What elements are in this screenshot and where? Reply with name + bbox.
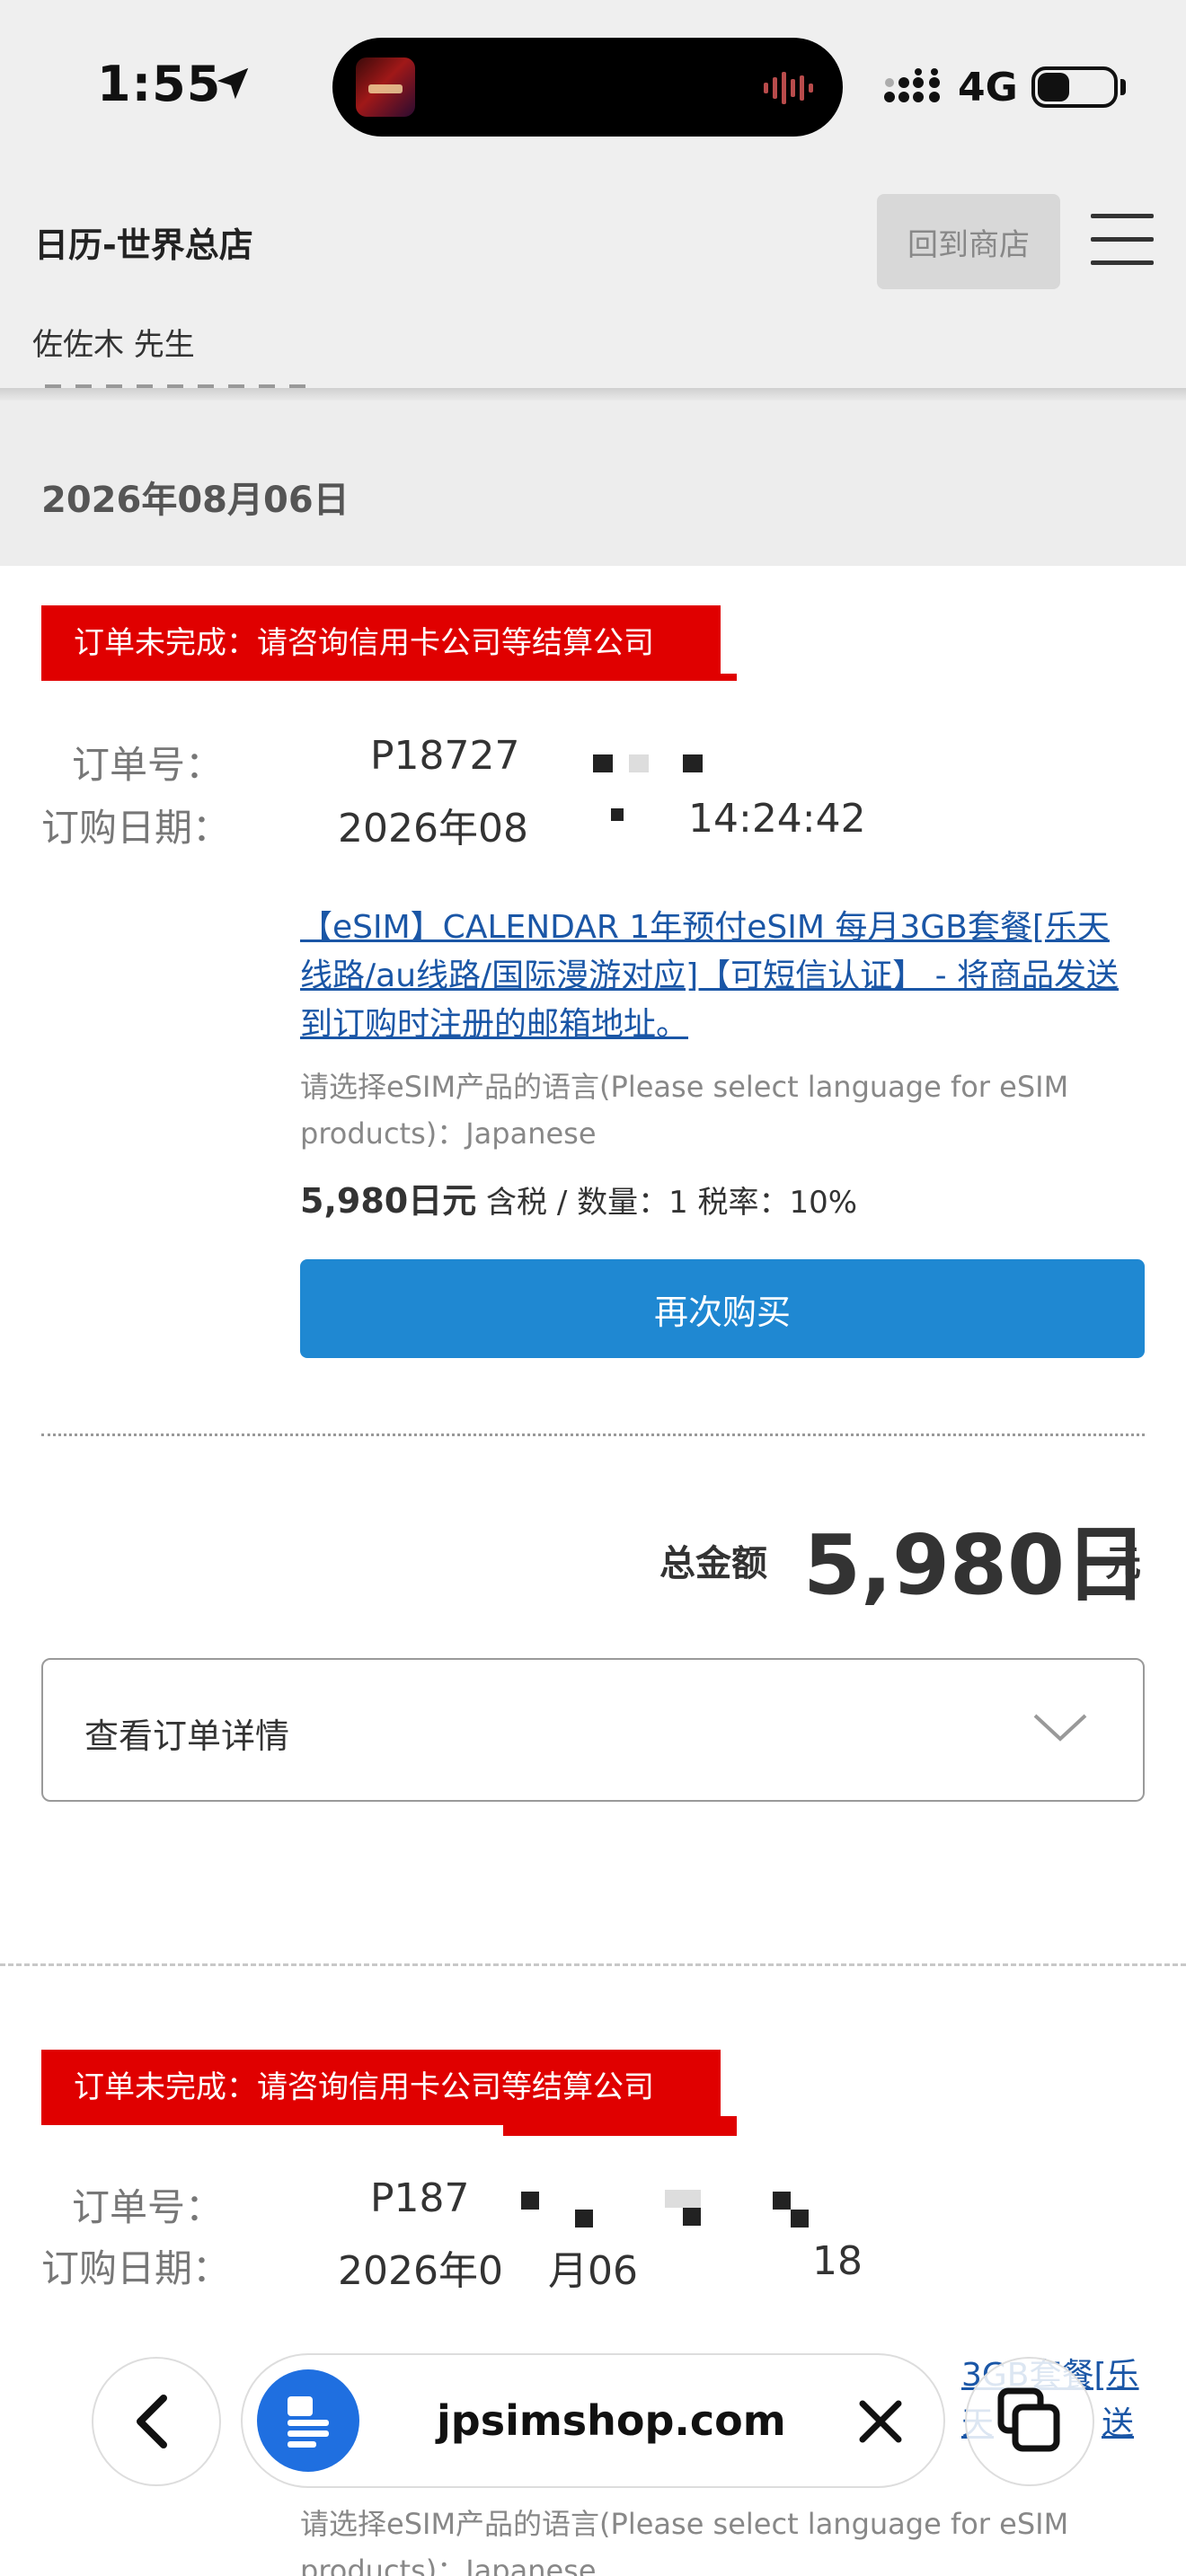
redaction-mosaic: [683, 754, 703, 772]
back-chevron-icon: [137, 2395, 167, 2448]
dotted-divider: [41, 1434, 1145, 1436]
redaction-mosaic: [629, 754, 649, 772]
language-note: 请选择eSIM产品的语言(Please select language for …: [300, 2507, 1069, 2541]
order-date-label: 订购日期：: [41, 806, 231, 850]
now-playing-artwork: [356, 57, 415, 117]
store-name[interactable]: 日历-世界总店: [34, 217, 253, 267]
order-number-value: P18727: [370, 733, 520, 779]
order-number-label: 订单号：: [72, 2185, 224, 2229]
order-separator: [0, 1963, 1186, 1966]
chevron-down-icon: [1033, 1714, 1087, 1742]
order-date-value: 2026年0: [338, 2248, 503, 2294]
tabs-button[interactable]: [965, 2357, 1094, 2486]
order-date-mid: 月06: [548, 2248, 638, 2294]
redaction-mosaic: [593, 754, 613, 772]
total-label: 总金额: [659, 1543, 767, 1584]
order-details-label: 查看订单详情: [84, 1716, 290, 1756]
battery-icon: [1031, 66, 1118, 108]
url-text[interactable]: jpsimshop.com: [437, 2396, 786, 2445]
redaction-mosaic: [611, 808, 624, 821]
order-details-toggle[interactable]: 查看订单详情: [41, 1658, 1145, 1802]
buy-again-button[interactable]: 再次购买: [300, 1259, 1145, 1358]
audio-wave-icon: [764, 72, 813, 104]
product-link[interactable]: 【eSIM】CALENDAR 1年预付eSIM 每月3GB套餐[乐天线路/au线…: [300, 904, 1127, 1049]
redaction-mosaic: [575, 2210, 593, 2228]
order-status-banner: 订单未完成：请咨询信用卡公司等结算公司: [41, 605, 721, 681]
date-heading-band: 2026年08月06日: [0, 401, 1186, 566]
status-bar: 1:55 4G: [0, 0, 1186, 180]
tabs-icon: [997, 2387, 1060, 2452]
browser-back-button[interactable]: [92, 2357, 221, 2486]
reader-icon[interactable]: [257, 2369, 359, 2472]
order-date-value: 2026年08: [338, 806, 528, 851]
signal-icon: [884, 68, 940, 102]
location-arrow-icon: [217, 67, 249, 100]
redaction-mosaic: [791, 2210, 809, 2228]
order-date-heading: 2026年08月06日: [41, 480, 350, 521]
page-menu-icon: [288, 2396, 329, 2448]
total-value: 5,980日: [803, 1517, 1148, 1613]
close-icon[interactable]: [854, 2395, 907, 2448]
order-number-value: P187: [370, 2175, 470, 2221]
order-date-label: 订购日期：: [41, 2246, 231, 2290]
redaction-mosaic: [683, 2208, 701, 2226]
price-line: 5,980日元 含税 / 数量：1 税率：10%: [300, 1173, 857, 1222]
redaction-mosaic: [773, 2192, 791, 2210]
dynamic-island: [332, 38, 843, 137]
price-value: 5,980日元: [300, 1181, 477, 1221]
user-name: 佐佐木 先生: [32, 327, 195, 363]
order-status-banner: 订单未完成：请咨询信用卡公司等结算公司: [41, 2050, 721, 2125]
site-header: 日历-世界总店 回到商店 佐佐木 先生: [0, 180, 1186, 388]
header-divider: [0, 388, 1186, 401]
address-bar[interactable]: jpsimshop.com: [241, 2353, 945, 2488]
banner-tail: [679, 674, 737, 681]
banner-tail: [503, 2116, 737, 2136]
battery-cap: [1120, 79, 1126, 95]
price-detail: 含税 / 数量：1 税率：10%: [486, 1185, 858, 1221]
network-type: 4G: [958, 65, 1018, 110]
hamburger-menu-icon[interactable]: [1091, 214, 1154, 268]
total-unit: 元: [1105, 1543, 1141, 1584]
status-time: 1:55: [97, 56, 222, 112]
order-time-value: 14:24:42: [688, 796, 866, 842]
battery-level: [1038, 73, 1070, 101]
order-time-value: 18: [812, 2238, 863, 2284]
order-number-label: 订单号：: [72, 743, 224, 787]
redaction-mosaic: [521, 2192, 539, 2210]
language-note: 请选择eSIM产品的语言(Please select language for …: [300, 1070, 1069, 1151]
product-link[interactable]: 送: [1102, 2400, 1155, 2448]
redaction-mosaic: [665, 2190, 701, 2208]
language-note: products)：Japanese: [300, 2554, 597, 2576]
back-to-store-button[interactable]: 回到商店: [877, 194, 1060, 289]
